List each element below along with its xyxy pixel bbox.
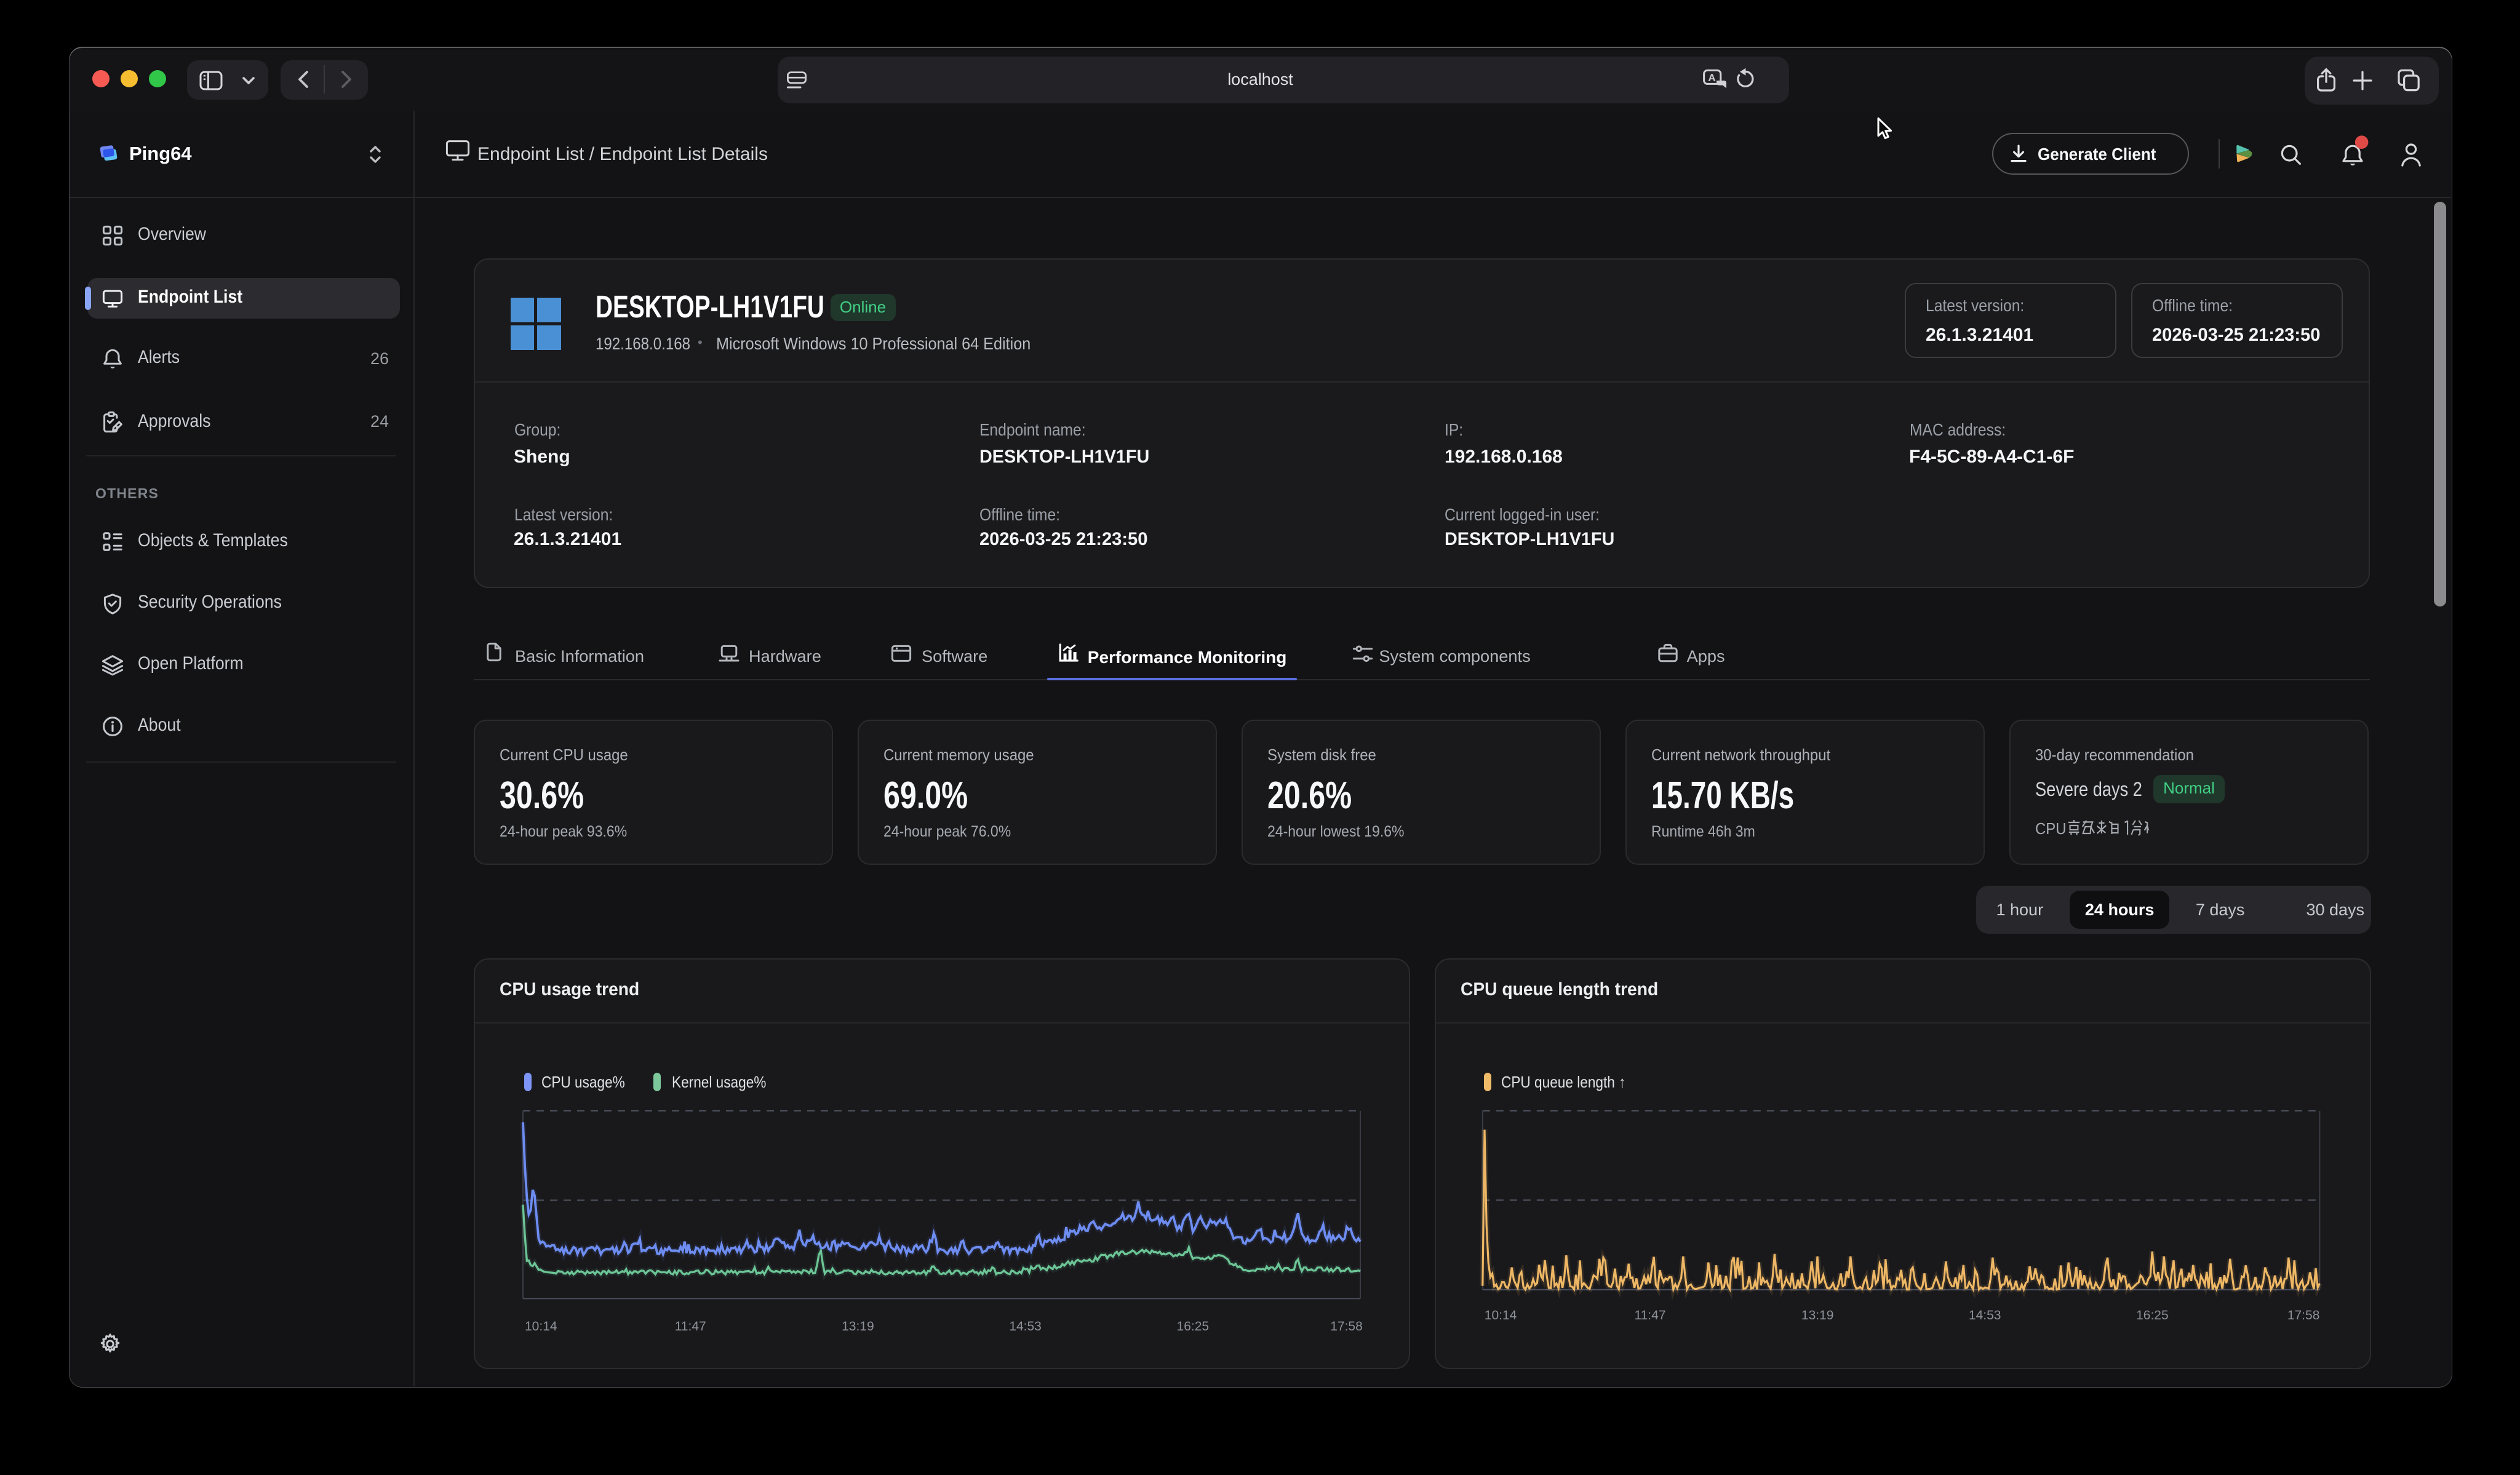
svg-text:10:14: 10:14 — [1484, 1308, 1517, 1322]
svg-text:14:53: 14:53 — [1009, 1319, 1042, 1334]
svg-text:17:58: 17:58 — [1330, 1319, 1363, 1334]
svg-text:16:25: 16:25 — [2136, 1308, 2169, 1322]
svg-text:11:47: 11:47 — [1634, 1308, 1665, 1322]
svg-text:16:25: 16:25 — [1177, 1319, 1210, 1334]
svg-text:10:14: 10:14 — [525, 1319, 557, 1334]
svg-text:11:47: 11:47 — [675, 1319, 706, 1334]
svg-text:13:19: 13:19 — [1801, 1308, 1834, 1322]
svg-text:14:53: 14:53 — [1969, 1308, 2001, 1322]
svg-text:13:19: 13:19 — [842, 1319, 874, 1334]
svg-text:17:58: 17:58 — [2287, 1308, 2319, 1322]
